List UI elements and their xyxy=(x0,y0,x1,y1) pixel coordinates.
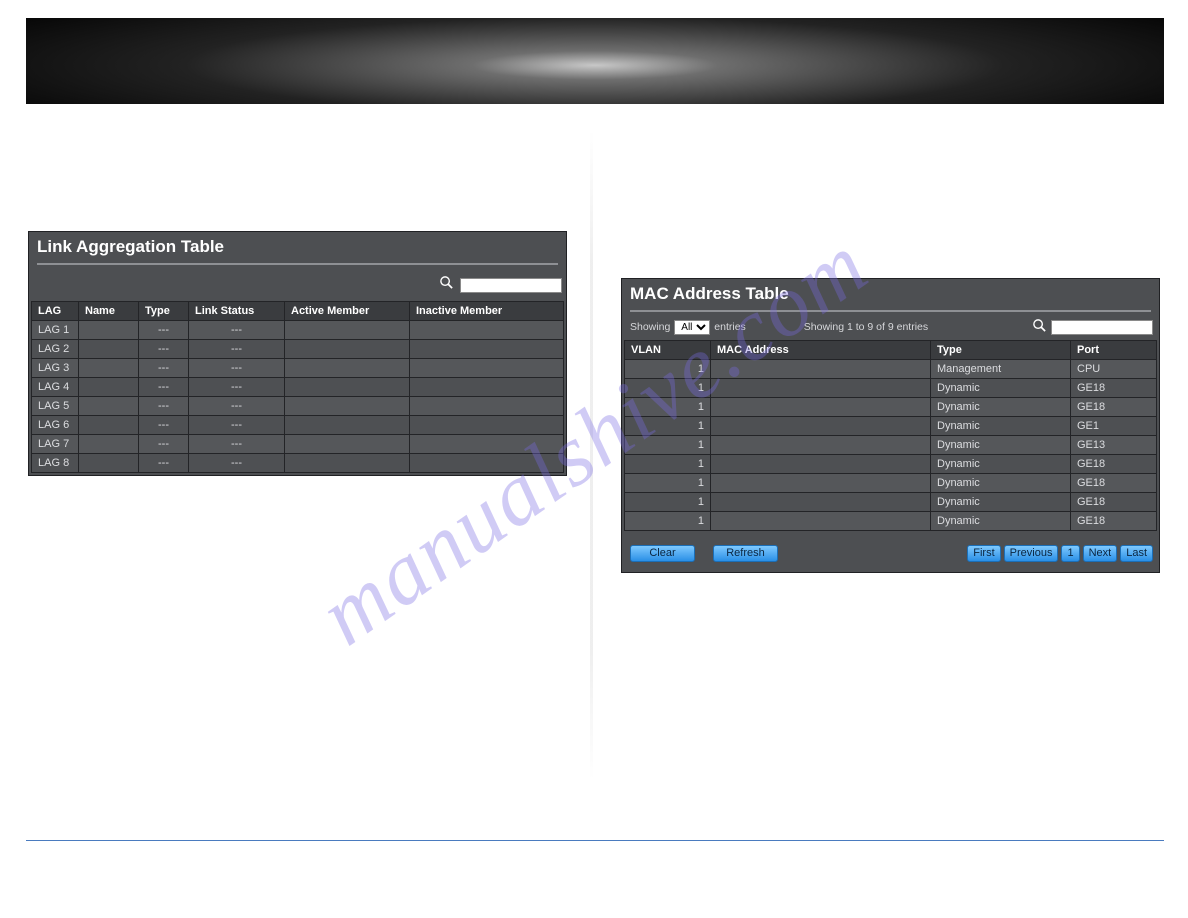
table-row[interactable]: 1DynamicGE18 xyxy=(625,474,1157,493)
table-row[interactable]: 1DynamicGE13 xyxy=(625,436,1157,455)
col-port[interactable]: Port xyxy=(1071,341,1157,360)
col-active-member[interactable]: Active Member xyxy=(285,302,410,321)
pager: First Previous 1 Next Last xyxy=(967,545,1153,562)
table-row[interactable]: 1DynamicGE18 xyxy=(625,493,1157,512)
entries-label: entries xyxy=(714,321,746,333)
mac-tbody: 1ManagementCPU 1DynamicGE18 1DynamicGE18… xyxy=(625,360,1157,531)
table-row[interactable]: 1DynamicGE18 xyxy=(625,379,1157,398)
table-row[interactable]: 1DynamicGE18 xyxy=(625,398,1157,417)
table-row[interactable]: LAG 6------ xyxy=(32,416,564,435)
mac-address-title: MAC Address Table xyxy=(622,279,1159,310)
link-agg-tbody: LAG 1------ LAG 2------ LAG 3------ LAG … xyxy=(32,321,564,473)
pager-previous-button[interactable]: Previous xyxy=(1004,545,1059,562)
refresh-button[interactable]: Refresh xyxy=(713,545,778,562)
col-inactive-member[interactable]: Inactive Member xyxy=(410,302,564,321)
col-mac-address[interactable]: MAC Address xyxy=(711,341,931,360)
table-row[interactable]: 1ManagementCPU xyxy=(625,360,1157,379)
page-divider xyxy=(590,130,593,780)
mac-search-input[interactable] xyxy=(1051,320,1153,335)
link-aggregation-table: LAG Name Type Link Status Active Member … xyxy=(31,301,564,473)
showing-label: Showing xyxy=(630,321,670,333)
table-row[interactable]: LAG 2------ xyxy=(32,340,564,359)
pager-last-button[interactable]: Last xyxy=(1120,545,1153,562)
table-row[interactable]: LAG 3------ xyxy=(32,359,564,378)
table-row[interactable]: LAG 5------ xyxy=(32,397,564,416)
showing-summary: Showing 1 to 9 of 9 entries xyxy=(804,321,928,333)
search-icon xyxy=(439,275,454,295)
link-agg-search-bar xyxy=(29,265,566,301)
table-row[interactable]: LAG 1------ xyxy=(32,321,564,340)
col-name[interactable]: Name xyxy=(79,302,139,321)
col-type[interactable]: Type xyxy=(139,302,189,321)
search-icon xyxy=(1032,318,1047,336)
link-aggregation-title: Link Aggregation Table xyxy=(29,232,566,263)
table-row[interactable]: 1DynamicGE18 xyxy=(625,455,1157,474)
entries-select[interactable]: All xyxy=(674,320,710,335)
col-link-status[interactable]: Link Status xyxy=(189,302,285,321)
link-aggregation-panel: Link Aggregation Table LAG Name Type Lin… xyxy=(28,231,567,476)
col-type[interactable]: Type xyxy=(931,341,1071,360)
clear-button[interactable]: Clear xyxy=(630,545,695,562)
mac-controls-row: Showing All entries Showing 1 to 9 of 9 … xyxy=(622,312,1159,340)
action-buttons: Clear Refresh xyxy=(630,545,778,562)
header-banner xyxy=(26,18,1164,104)
link-agg-search-input[interactable] xyxy=(460,278,562,293)
pager-first-button[interactable]: First xyxy=(967,545,1000,562)
table-row[interactable]: 1DynamicGE1 xyxy=(625,417,1157,436)
mac-address-panel: MAC Address Table Showing All entries Sh… xyxy=(621,278,1160,573)
table-row[interactable]: 1DynamicGE18 xyxy=(625,512,1157,531)
mac-address-table: VLAN MAC Address Type Port 1ManagementCP… xyxy=(624,340,1157,531)
mac-buttons-row: Clear Refresh First Previous 1 Next Last xyxy=(622,533,1159,572)
table-header-row: LAG Name Type Link Status Active Member … xyxy=(32,302,564,321)
col-lag[interactable]: LAG xyxy=(32,302,79,321)
table-row[interactable]: LAG 7------ xyxy=(32,435,564,454)
pager-next-button[interactable]: Next xyxy=(1083,545,1118,562)
pager-page-button[interactable]: 1 xyxy=(1061,545,1079,562)
col-vlan[interactable]: VLAN xyxy=(625,341,711,360)
table-header-row: VLAN MAC Address Type Port xyxy=(625,341,1157,360)
table-row[interactable]: LAG 4------ xyxy=(32,378,564,397)
footer-divider xyxy=(26,840,1164,841)
table-row[interactable]: LAG 8------ xyxy=(32,454,564,473)
